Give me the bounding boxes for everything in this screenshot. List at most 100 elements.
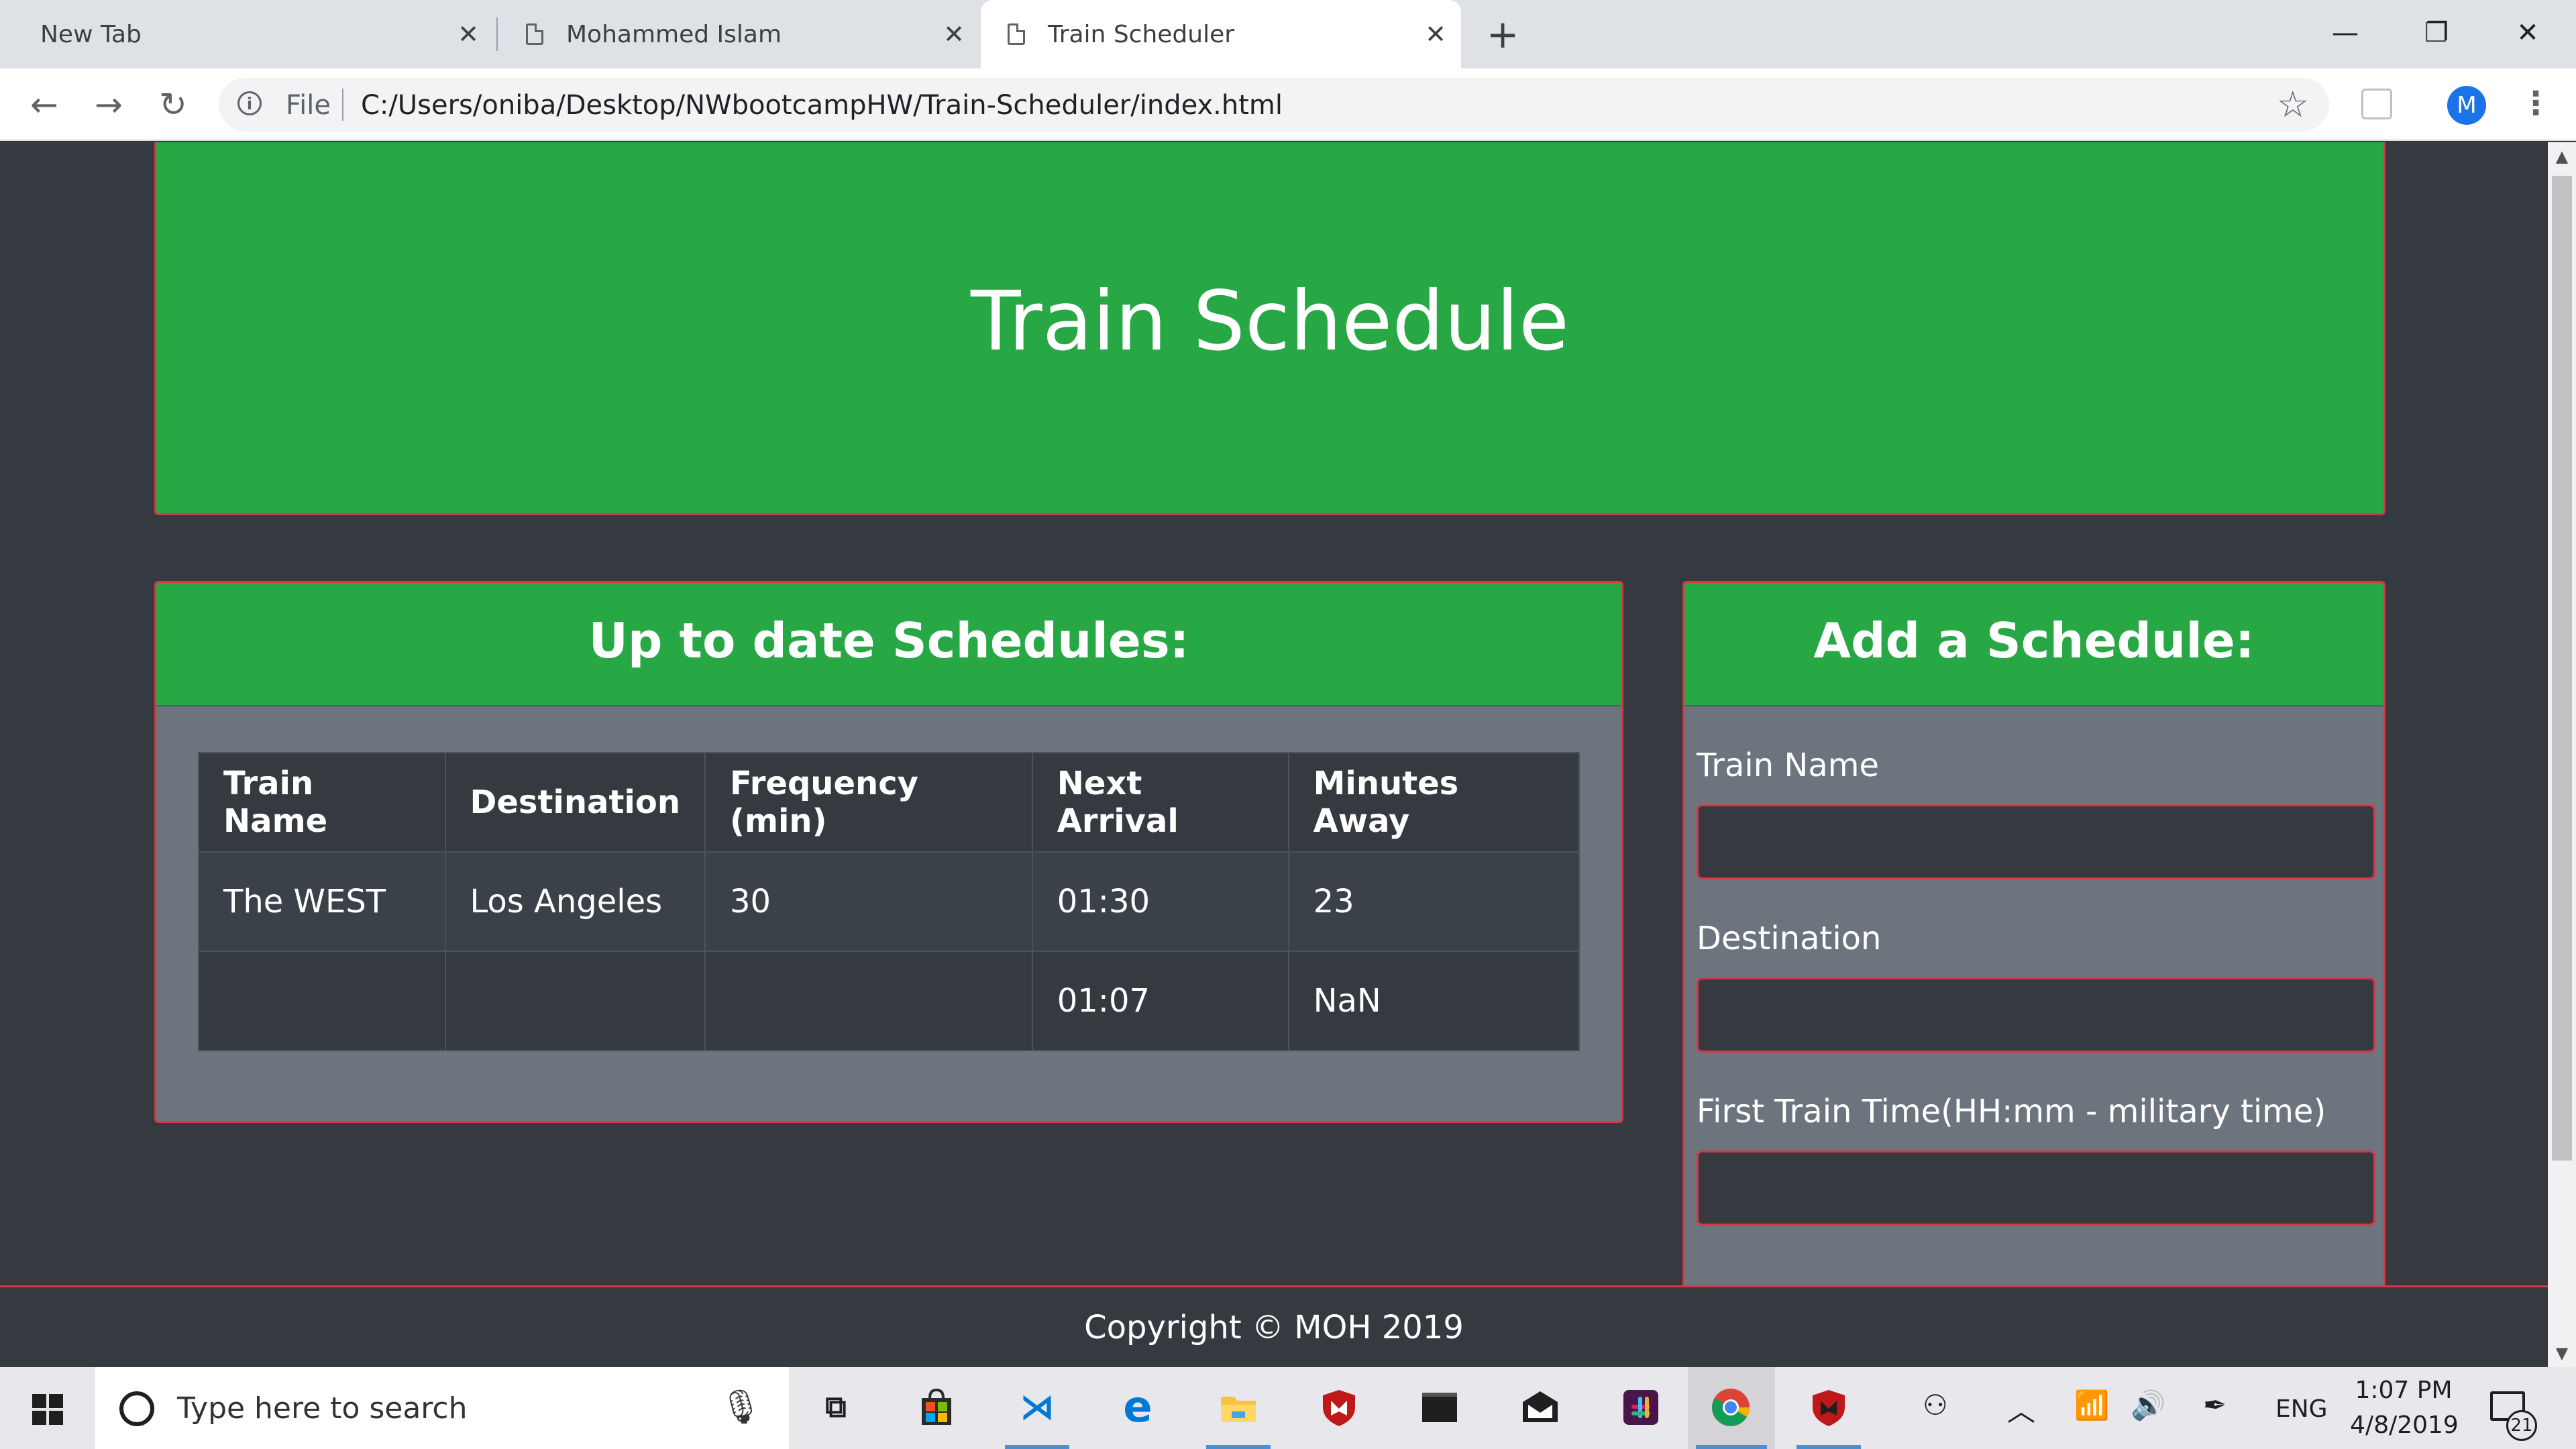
notification-count-badge: 21	[2506, 1410, 2537, 1441]
first-train-time-input[interactable]	[1697, 1150, 2375, 1226]
close-window-button[interactable]: ✕	[2501, 9, 2555, 56]
show-hidden-icons-chevron-icon[interactable]: ︿	[2007, 1389, 2035, 1430]
vscode-icon: ⋊	[1020, 1387, 1055, 1428]
terminal-icon	[1419, 1387, 1460, 1428]
cell-destination: Los Angeles	[444, 851, 706, 952]
page-scrollbar[interactable]: ▲ ▼	[2548, 142, 2576, 1367]
task-view-icon: ⧉	[825, 1390, 847, 1424]
taskbar-app-edge[interactable]: e	[1097, 1367, 1178, 1449]
column-header-destination: Destination	[444, 752, 706, 853]
taskbar-app-mail[interactable]	[1500, 1367, 1580, 1449]
extension-icon[interactable]	[2361, 89, 2392, 119]
address-bar[interactable]: i File C:/Users/oniba/Desktop/NWbootcamp…	[219, 78, 2329, 131]
cell-minutes-away: NaN	[1287, 951, 1580, 1051]
tab-title: New Tab	[40, 20, 142, 48]
cell-next-arrival: 01:07	[1031, 951, 1289, 1051]
taskbar-app-file-explorer[interactable]	[1198, 1367, 1279, 1449]
slack-icon	[1621, 1387, 1661, 1428]
scroll-down-arrow-icon[interactable]: ▼	[2548, 1339, 2576, 1367]
mcafee-shield-icon	[1319, 1387, 1359, 1428]
browser-menu-icon[interactable]: ⋮	[2520, 83, 2552, 126]
page-viewport: Train Schedule Up to date Schedules: Tra…	[0, 142, 2548, 1367]
tab-title: Train Scheduler	[1048, 20, 1235, 48]
language-indicator[interactable]: ENG	[2275, 1395, 2328, 1423]
new-tab-button[interactable]: +	[1483, 15, 1523, 55]
taskbar-app-store[interactable]	[896, 1367, 977, 1449]
browser-tab-bar: New Tab ✕ Mohammed Islam ✕ Train Schedul…	[0, 0, 2576, 68]
back-arrow-icon[interactable]: ←	[23, 83, 66, 126]
pen-icon[interactable]: ✒	[2203, 1389, 2226, 1421]
wifi-icon[interactable]: 📶	[2074, 1389, 2109, 1422]
page-title: Train Schedule	[970, 274, 1570, 369]
tab-mohammed-islam[interactable]: Mohammed Islam ✕	[499, 0, 979, 68]
profile-avatar[interactable]: M	[2447, 86, 2486, 125]
minimize-button[interactable]: —	[2318, 9, 2372, 56]
cell-minutes-away: 23	[1287, 851, 1580, 952]
cell-next-arrival: 01:30	[1031, 851, 1289, 952]
column-header-next-arrival: Next Arrival	[1031, 752, 1289, 853]
active-app-indicator	[1005, 1445, 1069, 1449]
add-schedule-card-header: Add a Schedule:	[1684, 583, 2383, 706]
start-button[interactable]	[0, 1367, 95, 1449]
bookmark-star-icon[interactable]: ☆	[2277, 85, 2309, 125]
destination-label: Destination	[1697, 920, 1882, 957]
taskbar-app-terminal[interactable]	[1399, 1367, 1480, 1449]
clock-date[interactable]: 4/8/2019	[2344, 1411, 2465, 1439]
add-schedule-card: Add a Schedule: Train Name Destination F…	[1682, 581, 2385, 1367]
tab-title: Mohammed Islam	[566, 20, 782, 48]
schedules-table: Train Name Destination Frequency (min) N…	[198, 752, 1580, 1051]
copyright-text: Copyright © MOH 2019	[1084, 1309, 1464, 1346]
add-schedule-heading: Add a Schedule:	[1813, 612, 2255, 669]
cell-train-name	[198, 951, 446, 1051]
destination-input[interactable]	[1697, 977, 2375, 1053]
mail-icon	[1520, 1387, 1560, 1428]
active-app-indicator	[1206, 1445, 1271, 1449]
table-row: 01:07 NaN	[198, 951, 1580, 1051]
info-icon[interactable]: i	[237, 91, 262, 115]
clock-time[interactable]: 1:07 PM	[2353, 1377, 2454, 1404]
taskbar-app-chrome[interactable]	[1688, 1367, 1775, 1449]
schedules-heading: Up to date Schedules:	[588, 612, 1189, 669]
table-row: The WEST Los Angeles 30 01:30 23	[198, 851, 1580, 952]
column-header-train-name: Train Name	[198, 752, 446, 853]
page-footer: Copyright © MOH 2019	[0, 1285, 2548, 1367]
volume-icon[interactable]: 🔊	[2131, 1389, 2165, 1422]
scrollbar-thumb[interactable]	[2552, 176, 2572, 1161]
microphone-icon[interactable]: 🎙	[720, 1387, 762, 1427]
page-icon	[1008, 23, 1025, 45]
taskbar-app-mcafee-security[interactable]	[1788, 1367, 1869, 1449]
scheme-label: File	[286, 90, 331, 121]
task-view-button[interactable]: ⧉	[796, 1367, 876, 1449]
restore-button[interactable]: ❐	[2410, 9, 2463, 56]
jumbotron: Train Schedule	[154, 142, 2385, 515]
scroll-up-arrow-icon[interactable]: ▲	[2548, 142, 2576, 170]
folder-icon	[1218, 1387, 1258, 1428]
edge-icon: e	[1123, 1383, 1152, 1432]
close-tab-icon[interactable]: ✕	[1422, 21, 1449, 48]
schedules-card: Up to date Schedules: Train Name Destina…	[154, 581, 1623, 1123]
tab-separator	[496, 17, 498, 51]
reload-icon[interactable]: ↻	[152, 83, 195, 126]
table-header-row: Train Name Destination Frequency (min) N…	[198, 752, 1580, 853]
search-placeholder: Type here to search	[177, 1391, 468, 1426]
people-icon[interactable]: ⚇	[1923, 1389, 1948, 1421]
cell-frequency	[704, 951, 1033, 1051]
tab-new-tab[interactable]: New Tab ✕	[0, 0, 494, 68]
taskbar-app-mcafee[interactable]	[1299, 1367, 1379, 1449]
url-separator	[342, 89, 343, 121]
forward-arrow-icon[interactable]: →	[87, 83, 130, 126]
tab-train-scheduler[interactable]: Train Scheduler ✕	[981, 0, 1461, 68]
train-name-input[interactable]	[1697, 804, 2375, 879]
taskbar-app-vscode[interactable]: ⋊	[997, 1367, 1077, 1449]
cell-destination	[444, 951, 706, 1051]
taskbar-app-slack[interactable]	[1601, 1367, 1681, 1449]
windows-taskbar: Type here to search 🎙 ⧉ ⋊ e ⚇ ︿ 📶 🔊 ✒ EN…	[0, 1367, 2576, 1449]
store-icon	[916, 1387, 957, 1428]
url-text[interactable]: C:/Users/oniba/Desktop/NWbootcampHW/Trai…	[361, 90, 1283, 121]
taskbar-search-box[interactable]: Type here to search 🎙	[95, 1367, 789, 1449]
windows-logo-icon	[32, 1394, 63, 1425]
close-tab-icon[interactable]: ✕	[455, 21, 482, 48]
column-header-frequency: Frequency (min)	[704, 752, 1033, 853]
browser-toolbar: ← → ↻ i File C:/Users/oniba/Desktop/NWbo…	[0, 68, 2576, 141]
close-tab-icon[interactable]: ✕	[941, 21, 967, 48]
